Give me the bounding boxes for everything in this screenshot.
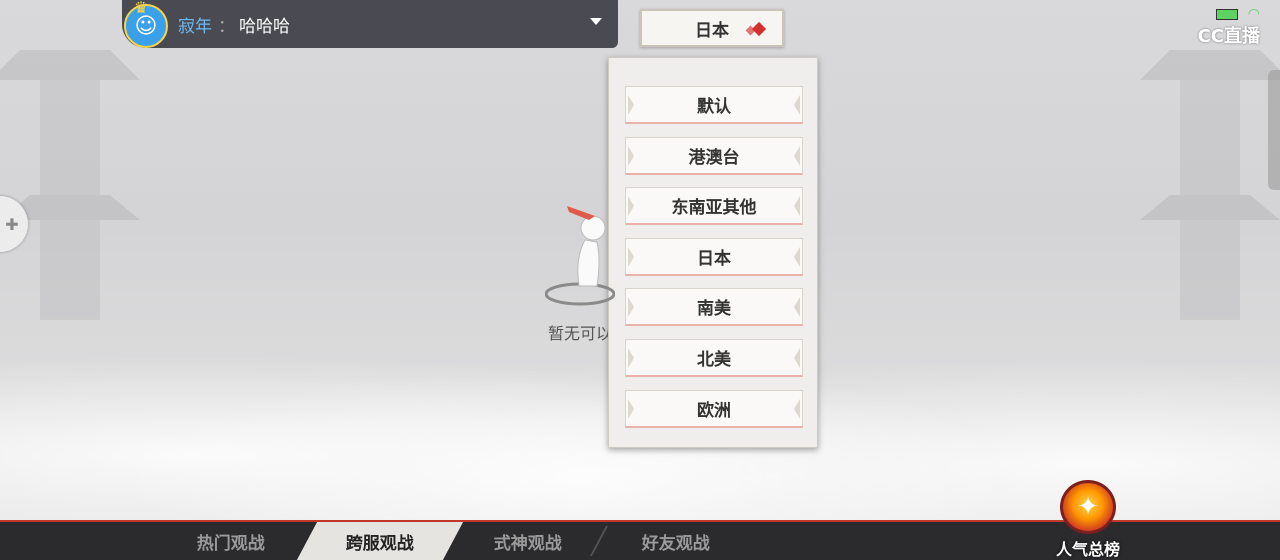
user-separator: ：	[218, 16, 235, 37]
region-option-label: 默认	[697, 97, 731, 117]
region-dropdown: 默认 港澳台 东南亚其他 日本 南美 北美 欧洲	[608, 57, 818, 448]
region-option-label: 欧洲	[697, 400, 731, 421]
user-chat-bar[interactable]: 寂年 ： 哈哈哈	[122, 0, 618, 48]
popularity-ranking-button[interactable]: ✦ 人气总榜	[1046, 480, 1130, 560]
battery-icon	[1215, 8, 1238, 20]
tab-shikigami-spectate[interactable]: 式神观战	[445, 522, 611, 560]
avatar[interactable]: ♛ ☺	[124, 0, 168, 48]
cc-live-logo: CC直播	[1197, 26, 1260, 47]
empty-state-text: 暂无可以观战	[548, 324, 608, 343]
chevron-down-icon[interactable]	[590, 18, 602, 25]
region-option-label: 港澳台	[688, 147, 740, 168]
tab-friends-spectate[interactable]: 好友观战	[593, 522, 759, 560]
region-option-south-america[interactable]: 南美	[625, 288, 803, 327]
region-option-hk-macau-taiwan[interactable]: 港澳台	[625, 136, 803, 175]
region-option-label: 北美	[697, 349, 731, 370]
region-option-label: 日本	[697, 248, 731, 269]
user-message: 哈哈哈	[239, 16, 290, 37]
region-select[interactable]: 日本	[640, 9, 784, 47]
wifi-icon: ◠	[1247, 6, 1260, 22]
empty-state-mascot-icon	[545, 206, 615, 306]
crown-icon: ♛	[134, 0, 149, 17]
tab-label: 跨服观战	[346, 533, 414, 554]
user-name: 寂年	[178, 16, 212, 37]
region-option-default[interactable]: 默认	[625, 86, 803, 124]
pavilion-left-decoration	[0, 50, 140, 320]
popularity-label: 人气总榜	[1055, 540, 1120, 559]
tab-hot-spectate[interactable]: 热门观战	[148, 522, 314, 560]
region-option-japan[interactable]: 日本	[625, 237, 803, 276]
region-option-europe[interactable]: 欧洲	[625, 389, 803, 428]
region-selected-label: 日本	[695, 20, 729, 41]
puzzle-icon: ✚	[5, 214, 19, 234]
region-option-label: 东南亚其他	[671, 198, 757, 219]
tab-label: 式神观战	[494, 533, 562, 554]
status-bar: ◠	[1215, 6, 1260, 22]
face-icon: ☺	[134, 13, 158, 39]
diamond-icon	[751, 21, 767, 37]
tab-label: 热门观战	[197, 533, 265, 554]
pavilion-right-decoration	[1140, 50, 1280, 320]
scrollbar[interactable]	[1268, 70, 1280, 190]
tab-cross-server-spectate[interactable]: 跨服观战	[296, 522, 464, 560]
flame-emblem-icon: ✦	[1060, 480, 1116, 534]
tab-label: 好友观战	[642, 533, 710, 554]
region-option-north-america[interactable]: 北美	[625, 338, 803, 377]
region-option-label: 南美	[697, 299, 731, 320]
region-option-southeast-asia[interactable]: 东南亚其他	[625, 187, 803, 226]
